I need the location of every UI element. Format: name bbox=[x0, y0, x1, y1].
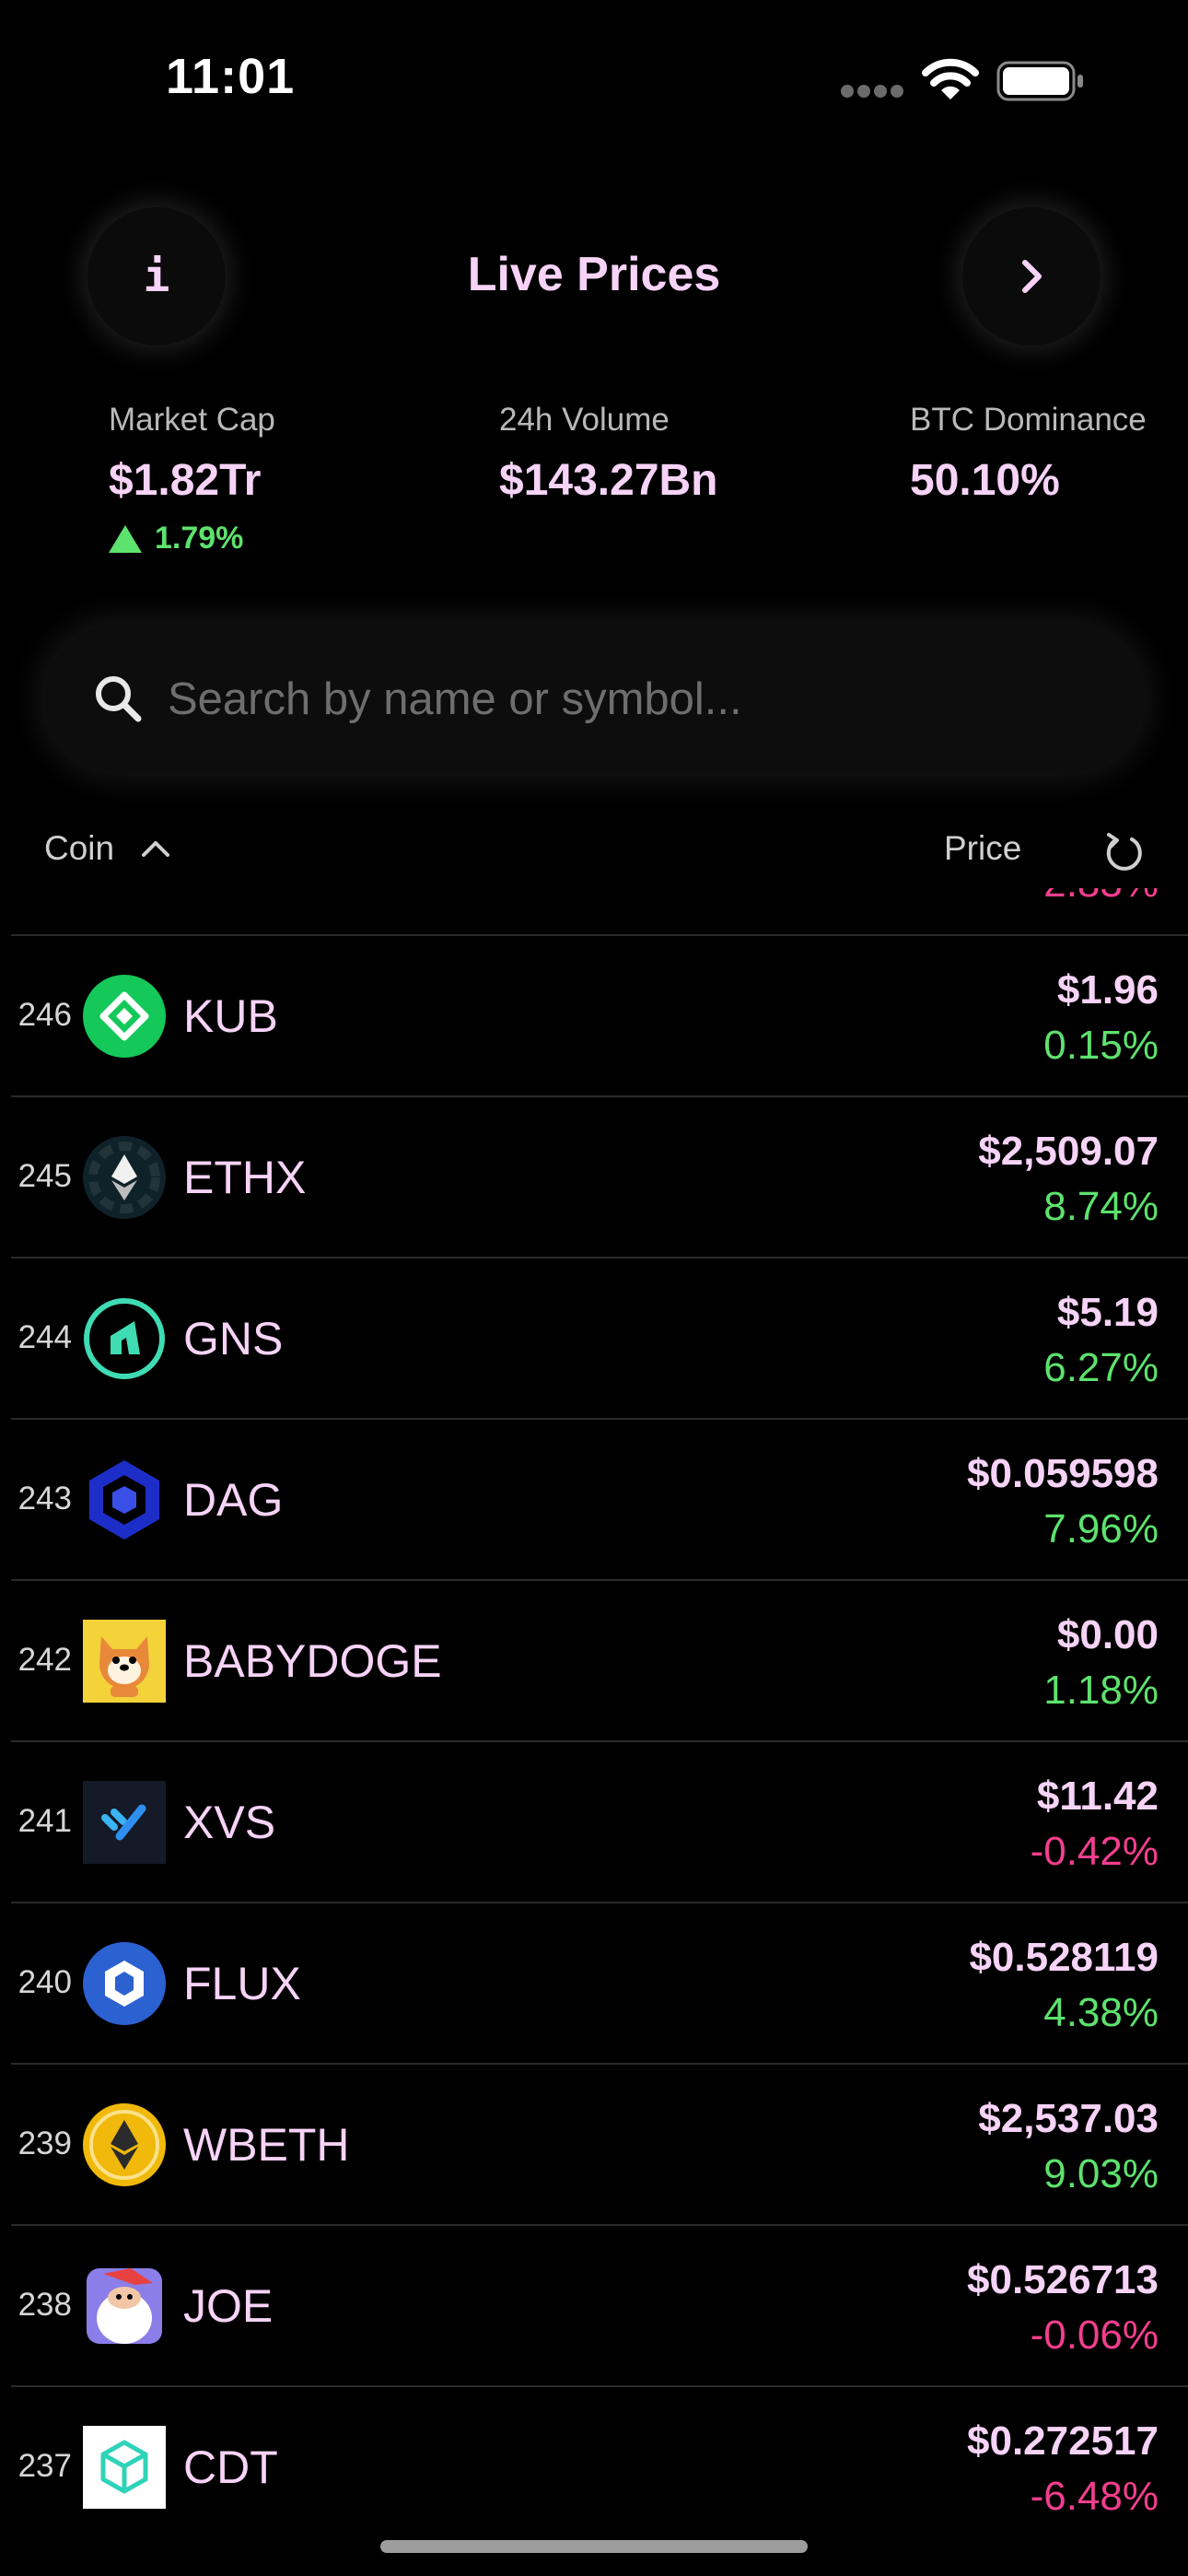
coin-change: 0.15% bbox=[1043, 1023, 1159, 1068]
refresh-icon[interactable] bbox=[1101, 831, 1147, 877]
coin-symbol: XVS bbox=[183, 1797, 276, 1848]
coin-rank: 240 bbox=[17, 1964, 72, 2000]
home-indicator[interactable] bbox=[380, 2540, 808, 2553]
coin-price: $0.526713 bbox=[967, 2257, 1159, 2302]
volume-stat: 24h Volume $143.27Bn bbox=[499, 402, 718, 506]
search-input[interactable] bbox=[166, 662, 1090, 737]
next-button[interactable] bbox=[962, 207, 1101, 345]
gns-logo-icon bbox=[84, 1298, 165, 1379]
coin-symbol: FLUX bbox=[183, 1958, 301, 2009]
coin-price: $2,509.07 bbox=[978, 1129, 1159, 1174]
flux-logo-icon bbox=[83, 1942, 166, 2025]
btc-dominance-value: 50.10% bbox=[910, 456, 1060, 505]
coin-price: $0.528119 bbox=[969, 1935, 1159, 1980]
market-cap-stat: Market Cap $1.82Tr 1.79% bbox=[109, 402, 275, 556]
coin-rank: 246 bbox=[17, 997, 72, 1033]
chevron-right-icon bbox=[1022, 260, 1042, 293]
joe-logo-icon bbox=[87, 2268, 162, 2344]
cellular-signal-icon bbox=[841, 85, 903, 98]
market-cap-change: 1.79% bbox=[109, 521, 275, 556]
price-column-label: Price bbox=[944, 829, 1022, 867]
coin-rank: 239 bbox=[17, 2125, 72, 2161]
coin-rank: 245 bbox=[17, 1158, 72, 1194]
coin-symbol: DAG bbox=[183, 1474, 284, 1526]
coin-row[interactable]: 240 FLUX $0.528119 4.38% bbox=[11, 1902, 1188, 2064]
coin-symbol: WBETH bbox=[183, 2119, 350, 2171]
coin-change: -6.48% bbox=[1030, 2474, 1159, 2519]
coin-price: $1.96 bbox=[1056, 967, 1159, 1013]
market-cap-change-value: 1.79% bbox=[155, 521, 244, 556]
coin-rank: 242 bbox=[17, 1642, 72, 1678]
coin-change: 4.38% bbox=[1043, 1990, 1159, 2035]
coin-symbol: ETHX bbox=[183, 1152, 307, 1203]
cdt-logo-icon bbox=[83, 2426, 166, 2509]
coin-symbol: CDT bbox=[183, 2441, 278, 2493]
coin-row[interactable]: 244 GNS $5.19 6.27% bbox=[11, 1257, 1188, 1419]
coin-row[interactable]: 238 JOE $0.526713 -0.06% bbox=[11, 2224, 1188, 2386]
ethx-logo-icon bbox=[83, 1136, 166, 1219]
volume-value: $143.27Bn bbox=[499, 456, 718, 505]
partial-row-change: -2.83% bbox=[1031, 888, 1159, 907]
babydoge-logo-icon bbox=[83, 1620, 166, 1703]
coin-row[interactable]: 245 ETHX $2,509.07 8.74% bbox=[11, 1095, 1188, 1258]
coin-price: $0.059598 bbox=[967, 1451, 1159, 1496]
coin-symbol: BABYDOGE bbox=[183, 1635, 442, 1687]
coin-rank: 237 bbox=[17, 2448, 72, 2484]
coin-change: 1.18% bbox=[1043, 1668, 1159, 1713]
up-triangle-icon bbox=[109, 524, 142, 553]
dag-logo-icon bbox=[89, 1460, 159, 1540]
xvs-logo-icon bbox=[83, 1781, 166, 1864]
btc-dominance-stat: BTC Dominance 50.10% bbox=[910, 402, 1147, 506]
coin-symbol: KUB bbox=[183, 990, 278, 1042]
coin-change: 8.74% bbox=[1043, 1184, 1159, 1229]
coin-rank: 241 bbox=[17, 1803, 72, 1839]
price-column-header[interactable]: Price bbox=[944, 829, 1021, 868]
wifi-icon bbox=[922, 58, 979, 100]
coin-column-header[interactable]: Coin bbox=[44, 829, 171, 868]
coin-rank: 244 bbox=[17, 1319, 72, 1355]
coin-row[interactable]: 243 DAG $0.059598 7.96% bbox=[11, 1418, 1188, 1580]
kub-logo-icon bbox=[83, 975, 166, 1058]
coin-column-label: Coin bbox=[44, 829, 115, 867]
chevron-up-icon bbox=[142, 841, 170, 857]
coin-price: $0.272517 bbox=[967, 2418, 1159, 2464]
volume-label: 24h Volume bbox=[499, 402, 670, 438]
coin-row[interactable]: 242 BABYDOGE $0.00 1.18% bbox=[11, 1579, 1188, 1741]
search-bar[interactable] bbox=[44, 625, 1144, 772]
coin-change: 9.03% bbox=[1043, 2151, 1159, 2196]
coin-symbol: JOE bbox=[183, 2280, 274, 2332]
coin-row[interactable]: 241 XVS $11.42 -0.42% bbox=[11, 1740, 1188, 1903]
coin-rank: 238 bbox=[17, 2287, 72, 2323]
coin-rank: 243 bbox=[17, 1481, 72, 1516]
coin-change: -0.06% bbox=[1030, 2313, 1159, 2358]
coin-price: $0.00 bbox=[1056, 1612, 1159, 1657]
coin-list[interactable]: -2.83% 246 KUB $1.96 0.15% 245 ETHX $2,5… bbox=[0, 888, 1188, 2576]
btc-dominance-label: BTC Dominance bbox=[910, 402, 1147, 438]
coin-change: -0.42% bbox=[1030, 1829, 1159, 1874]
coin-symbol: GNS bbox=[183, 1313, 284, 1364]
battery-icon bbox=[996, 61, 1083, 101]
coin-price: $5.19 bbox=[1056, 1290, 1159, 1335]
coin-change: 7.96% bbox=[1043, 1506, 1159, 1551]
status-bar: 11:01 bbox=[0, 0, 1188, 157]
status-time: 11:01 bbox=[166, 49, 296, 104]
coin-change: 6.27% bbox=[1043, 1345, 1159, 1390]
market-cap-label: Market Cap bbox=[109, 402, 275, 438]
coin-price: $2,537.03 bbox=[978, 2096, 1159, 2141]
coin-row[interactable]: 237 CDT $0.272517 -6.48% bbox=[11, 2385, 1188, 2547]
wbeth-logo-icon bbox=[83, 2103, 166, 2186]
market-cap-value: $1.82Tr bbox=[109, 456, 262, 505]
search-icon bbox=[96, 676, 142, 722]
coin-row[interactable]: 246 KUB $1.96 0.15% bbox=[11, 934, 1188, 1096]
coin-price: $11.42 bbox=[1036, 1774, 1159, 1819]
coin-row[interactable]: 239 WBETH $2,537.03 9.03% bbox=[11, 2063, 1188, 2225]
